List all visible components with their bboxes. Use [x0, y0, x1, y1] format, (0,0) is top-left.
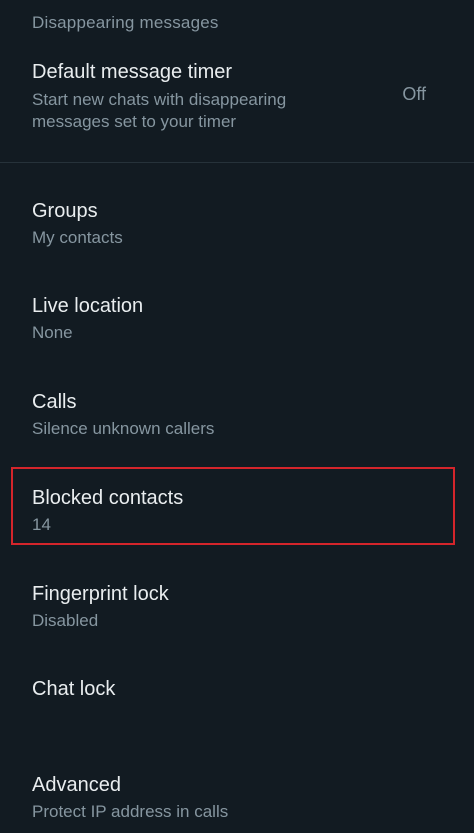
blocked-contacts-count: 14: [32, 515, 51, 534]
fingerprint-lock-title: Fingerprint lock: [32, 583, 169, 605]
blocked-contacts-row[interactable]: Blocked contacts 14: [0, 486, 474, 546]
fingerprint-lock-row[interactable]: Fingerprint lock Disabled: [0, 582, 474, 642]
calls-subtitle: Silence unknown callers: [32, 419, 215, 438]
live-location-title: Live location: [32, 295, 144, 317]
chat-lock-row[interactable]: Chat lock: [0, 677, 474, 717]
chat-lock-title: Chat lock: [32, 678, 116, 700]
default-message-timer-value: Off: [402, 84, 426, 104]
section-header-disappearing-messages: Disappearing messages: [32, 13, 219, 32]
section-divider: [0, 162, 474, 163]
blocked-contacts-title: Blocked contacts: [32, 487, 184, 509]
fingerprint-lock-subtitle: Disabled: [32, 611, 99, 630]
advanced-title: Advanced: [32, 774, 121, 796]
advanced-subtitle: Protect IP address in calls: [32, 802, 229, 821]
live-location-subtitle: None: [32, 323, 73, 342]
groups-title: Groups: [32, 200, 98, 222]
default-message-timer-row[interactable]: Default message timer Start new chats wi…: [0, 60, 474, 150]
calls-row[interactable]: Calls Silence unknown callers: [0, 390, 474, 450]
groups-row[interactable]: Groups My contacts: [0, 199, 474, 259]
default-message-timer-subtitle: Start new chats with disappearing messag…: [32, 90, 287, 131]
default-message-timer-title: Default message timer: [32, 61, 233, 83]
calls-title: Calls: [32, 391, 77, 413]
advanced-row[interactable]: Advanced Protect IP address in calls: [0, 773, 474, 833]
groups-subtitle: My contacts: [32, 228, 123, 247]
live-location-row[interactable]: Live location None: [0, 294, 474, 354]
